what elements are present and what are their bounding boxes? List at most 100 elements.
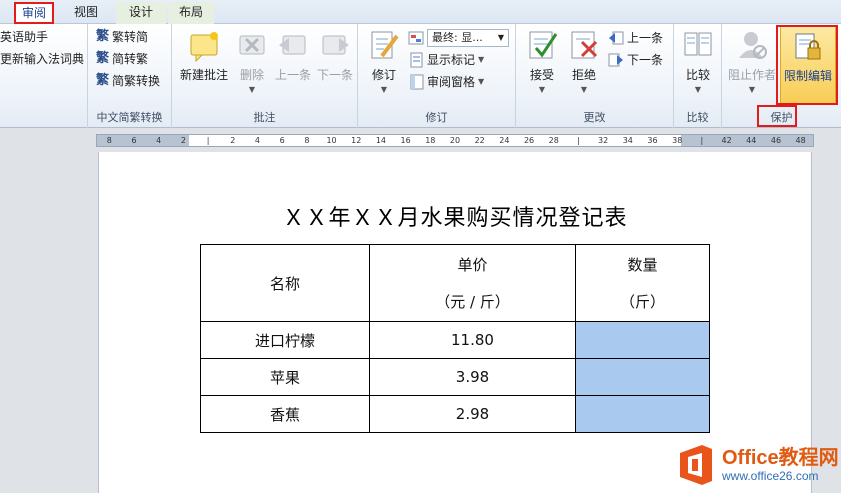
simp-to-trad-label: 简转繁 <box>112 52 149 66</box>
reviewing-pane-button[interactable]: 审阅窗格 ▼ <box>410 71 484 93</box>
previous-change-label: 上一条 <box>627 31 664 45</box>
reject-label: 拒绝 <box>571 68 596 82</box>
cell-name[interactable]: 苹果 <box>200 358 370 396</box>
delete-comment-icon <box>239 35 265 55</box>
reviewing-pane-icon <box>410 74 424 90</box>
ruler-tick-label: 22 <box>474 136 485 145</box>
tab-view[interactable]: 视图 <box>64 2 108 24</box>
group-label-compare: 比较 <box>686 111 709 124</box>
ruler-tick-label: 46 <box>770 136 782 145</box>
cell-name[interactable]: 香蕉 <box>200 395 370 433</box>
header-qty-unit: （斤） <box>619 293 665 311</box>
reject-icon <box>571 31 598 59</box>
next-comment-label: 下一条 <box>316 68 353 82</box>
ruler-tick-label: 28 <box>548 136 559 145</box>
ruler-tick-label: 8 <box>106 136 112 145</box>
group-compare: 比较 ▼ 比较 <box>674 24 722 128</box>
english-assistant-button[interactable]: 英语助手 <box>0 26 48 48</box>
next-change-icon <box>608 53 623 67</box>
table-header-row: 名称 单价 （元 / 斤） 数量 （斤） <box>200 244 710 322</box>
tab-design[interactable]: 设计 <box>116 2 166 24</box>
cell-price[interactable]: 3.98 <box>369 358 576 396</box>
ruler-tick-label: 10 <box>326 136 337 145</box>
group-tracking: 修订 ▼ 最终: 显... ▼ 显示标记 ▼ 审阅窗格 ▼ 修订 <box>358 24 516 128</box>
simp-to-trad-icon: 繁 <box>96 51 110 66</box>
update-ime-dictionary-label: 更新输入法词典 <box>0 52 85 66</box>
table-row: 苹果 3.98 <box>200 358 710 396</box>
track-changes-button[interactable]: 修订 ▼ <box>364 28 404 94</box>
display-for-review-icon <box>408 31 424 45</box>
previous-change-button[interactable]: 上一条 <box>608 27 663 49</box>
header-name: 名称 <box>269 274 300 293</box>
ruler-tick-label: | <box>577 136 580 145</box>
previous-comment-button[interactable]: 上一条 <box>272 30 314 83</box>
ruler-tick-label: 6 <box>131 136 137 145</box>
office-logo-icon <box>680 445 712 485</box>
ruler-tick-label: 12 <box>351 136 362 145</box>
cell-price[interactable]: 11.80 <box>369 321 576 359</box>
reject-button[interactable]: 拒绝 ▼ <box>564 28 604 94</box>
header-price-cell[interactable]: 单价 （元 / 斤） <box>369 244 576 322</box>
previous-change-icon <box>609 31 624 45</box>
ruler-tick-label: 2 <box>230 136 236 145</box>
group-comments: 新建批注 删除 ▼ 上一条 下一条 批注 <box>172 24 358 128</box>
ribbon-tab-bar: 审阅 视图 设计 布局 <box>0 0 841 24</box>
ruler-tick-label: 24 <box>499 136 510 145</box>
update-ime-dictionary-button[interactable]: 更新输入法词典 <box>0 48 84 70</box>
header-name-cell[interactable]: 名称 <box>200 244 370 322</box>
track-changes-label: 修订 <box>371 68 396 82</box>
block-authors-icon <box>739 32 767 59</box>
ruler-tick-label: 26 <box>523 136 535 145</box>
chevron-down-icon: ▼ <box>478 77 485 86</box>
watermark-line1: Office教程网 <box>722 447 839 469</box>
compare-label: 比较 <box>685 68 710 82</box>
trad-to-simp-button[interactable]: 繁 繁转简 <box>96 26 148 48</box>
ruler-tick-label: 8 <box>304 136 310 145</box>
cell-price[interactable]: 2.98 <box>369 395 576 433</box>
ruler-tick-label: 42 <box>721 136 732 145</box>
ruler-tick-label: 38 <box>672 136 683 145</box>
show-markup-button[interactable]: 显示标记 ▼ <box>410 49 484 71</box>
group-chinese-conversion: 繁 繁转简 繁 简转繁 繁 简繁转换 中文简繁转换 <box>88 24 172 128</box>
document-title: ＸＸ年ＸＸ月水果购买情况登记表 <box>282 206 628 231</box>
english-assistant-label: 英语助手 <box>0 30 49 44</box>
protect-group-highlight <box>757 105 797 127</box>
next-change-label: 下一条 <box>627 53 664 67</box>
cell-qty[interactable] <box>575 358 710 396</box>
new-comment-button[interactable]: 新建批注 <box>176 30 232 83</box>
compare-button[interactable]: 比较 ▼ <box>678 28 718 94</box>
horizontal-ruler[interactable]: 8 6 4 2 | 2 4 6 8 10 12 14 16 18 20 22 24 26 28 | 32 34 36 38 | 4… <box>96 134 814 147</box>
restrict-editing-highlight <box>776 25 838 105</box>
table-row: 进口柠檬 11.80 <box>200 321 710 359</box>
block-authors-button[interactable]: 阻止作者 ▼ <box>728 28 776 94</box>
cell-qty[interactable] <box>575 395 710 433</box>
new-comment-label: 新建批注 <box>179 68 228 82</box>
accept-button[interactable]: 接受 ▼ <box>522 28 562 94</box>
reviewing-pane-label: 审阅窗格 <box>427 75 476 89</box>
simp-trad-convert-button[interactable]: 繁 简繁转换 <box>96 70 160 92</box>
cell-name[interactable]: 进口柠檬 <box>200 321 370 359</box>
fruit-purchase-table: 名称 单价 （元 / 斤） 数量 （斤） 进口柠檬 11.80 苹果 3.98 … <box>200 244 710 433</box>
ribbon: 英语助手 更新输入法词典 繁 繁转简 繁 简转繁 繁 简繁转换 中文简繁转换 新… <box>0 24 841 128</box>
next-comment-icon <box>322 35 349 55</box>
chevron-down-icon: ▼ <box>748 85 756 94</box>
display-for-review-row: 最终: 显... ▼ <box>408 27 509 49</box>
simp-to-trad-button[interactable]: 繁 简转繁 <box>96 48 148 70</box>
next-comment-button[interactable]: 下一条 <box>314 30 356 83</box>
tab-review[interactable]: 审阅 <box>14 2 54 24</box>
chevron-down-icon: ▼ <box>580 85 588 94</box>
delete-comment-button[interactable]: 删除 ▼ <box>232 30 272 94</box>
cell-qty[interactable] <box>575 321 710 359</box>
next-change-button[interactable]: 下一条 <box>608 49 663 71</box>
group-label-changes: 更改 <box>583 111 606 124</box>
chevron-down-icon: ▼ <box>380 85 388 94</box>
ruler-tick-label: 44 <box>746 136 757 145</box>
display-for-review-dropdown[interactable]: 最终: 显... ▼ <box>427 29 509 47</box>
header-price: 单价 <box>457 256 488 274</box>
tab-layout[interactable]: 布局 <box>168 2 214 24</box>
group-proofing: 英语助手 更新输入法词典 <box>0 24 88 128</box>
group-label-chinese-conversion: 中文简繁转换 <box>96 111 163 124</box>
accept-icon <box>529 31 558 59</box>
header-qty-cell[interactable]: 数量 （斤） <box>575 244 710 322</box>
ruler-tick-label: 48 <box>795 136 806 145</box>
